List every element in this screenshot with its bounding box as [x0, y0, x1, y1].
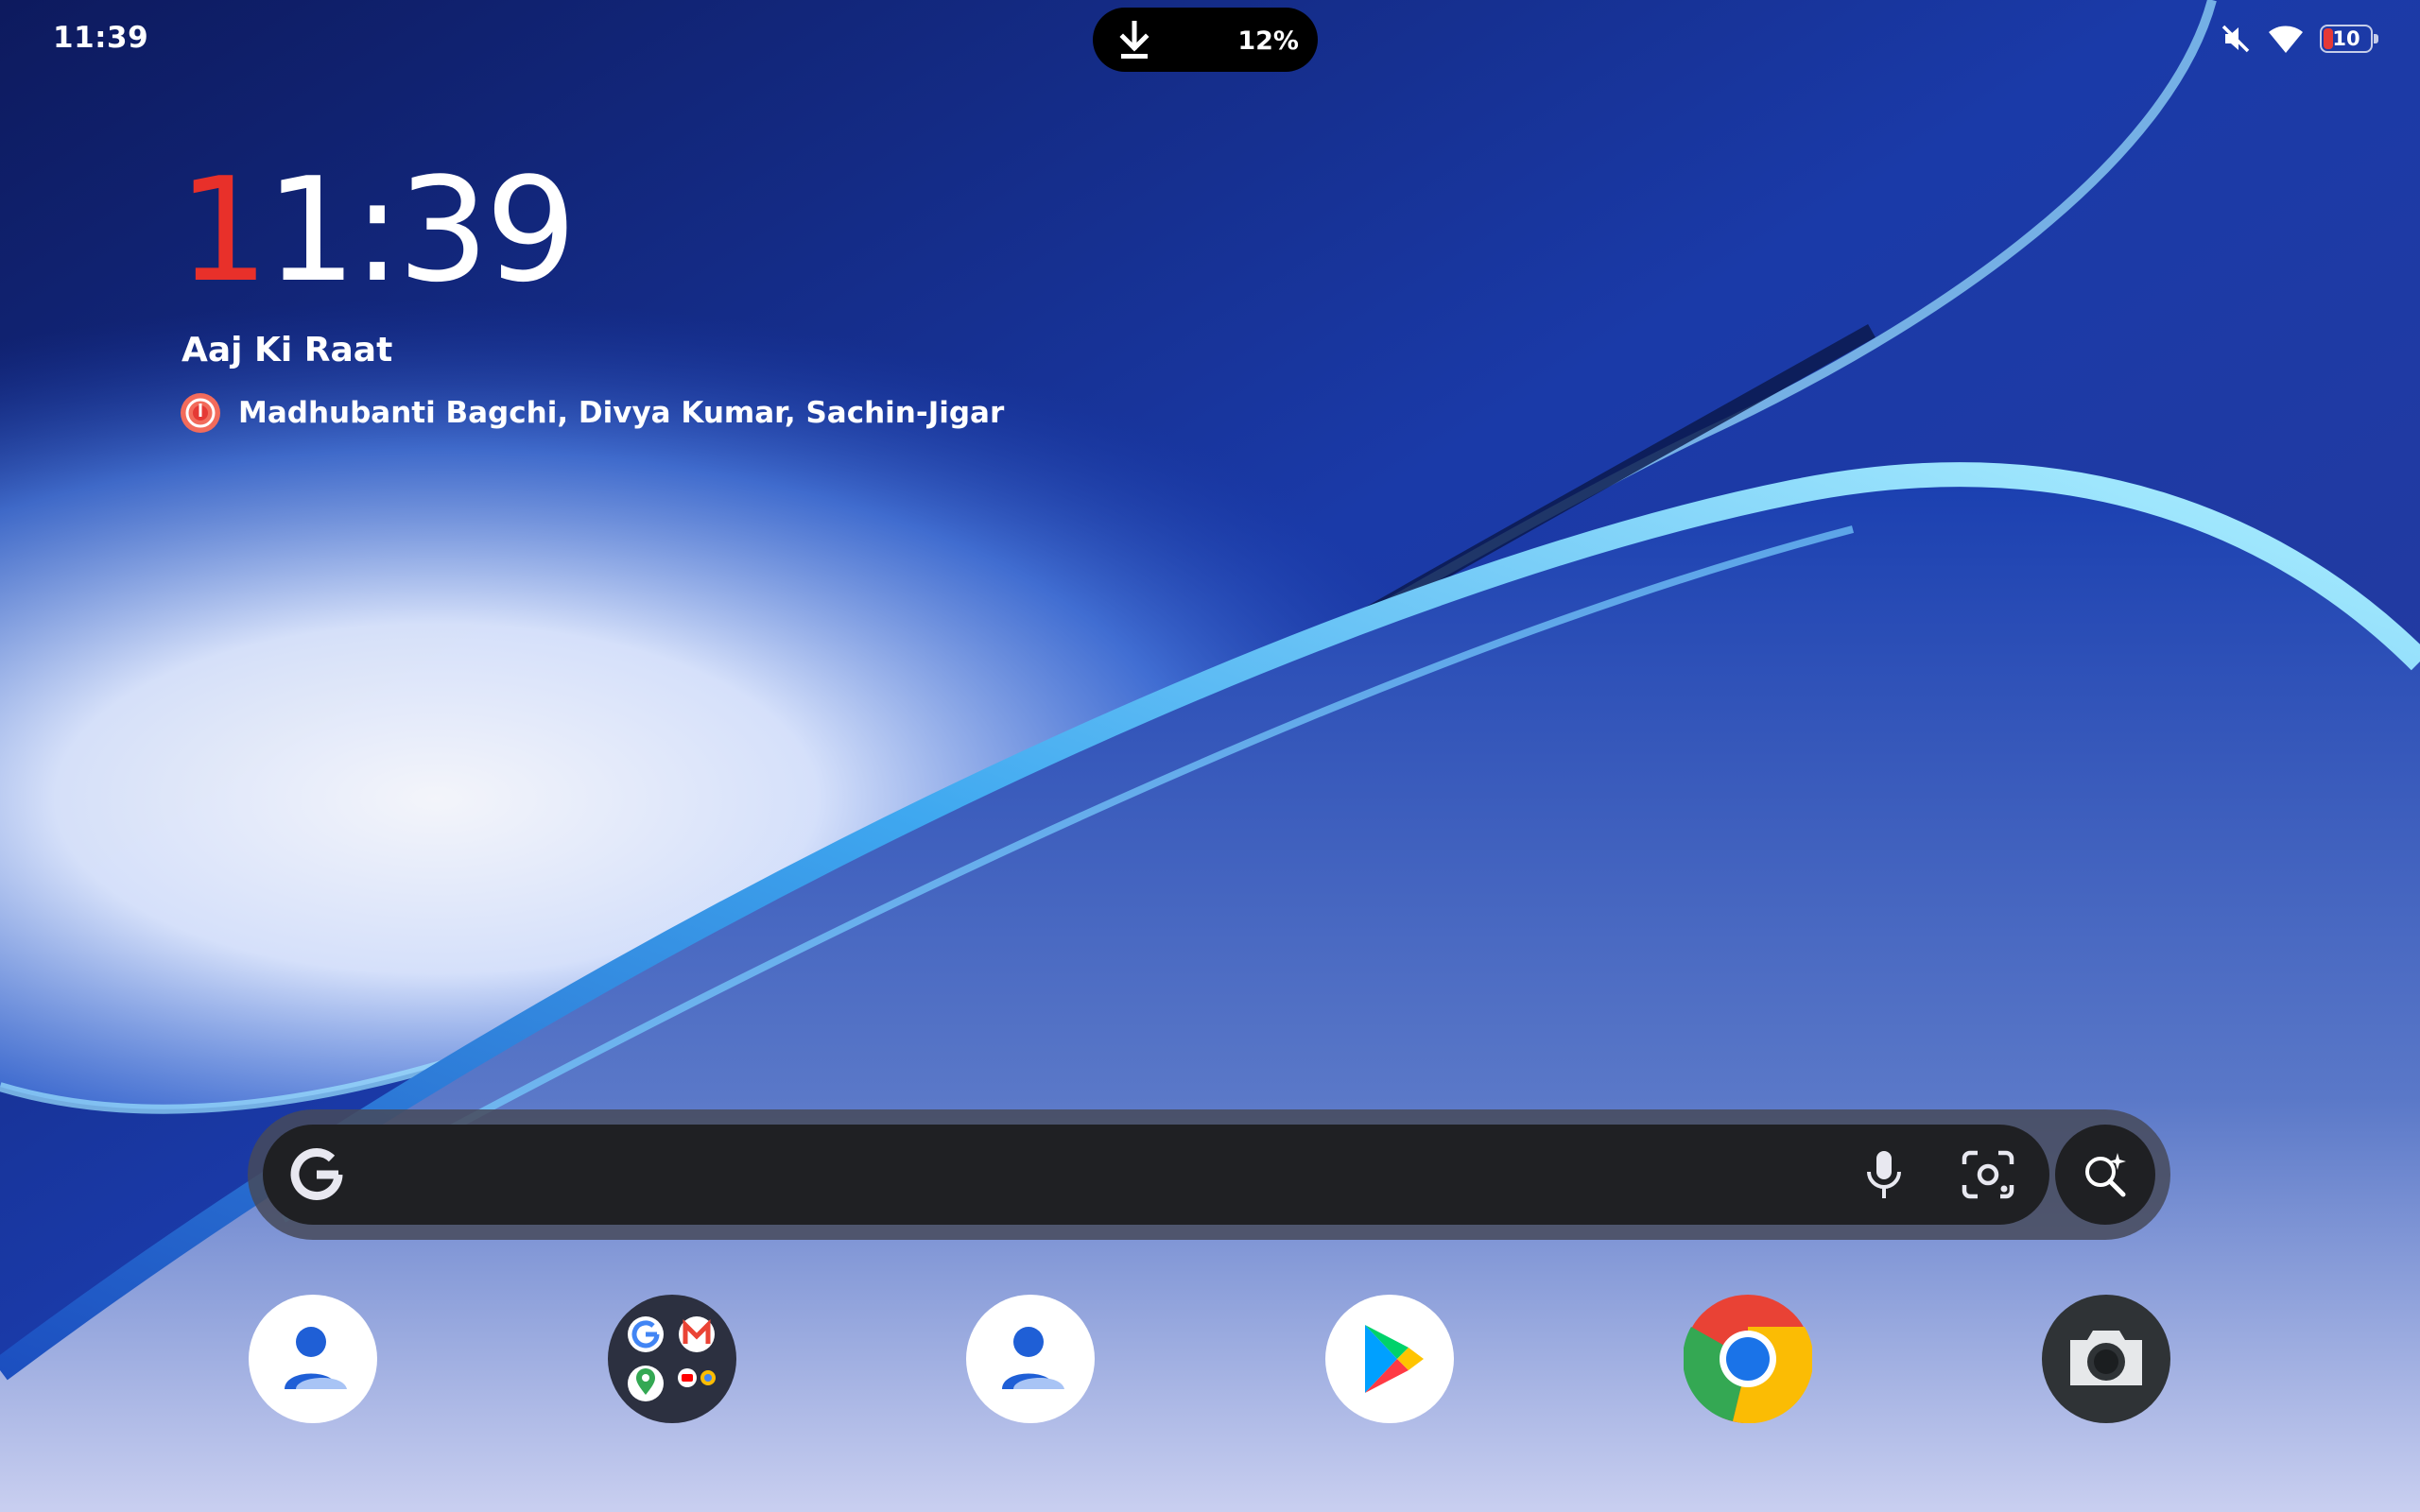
- search-bar[interactable]: [263, 1125, 2049, 1225]
- gmail-icon: [679, 1316, 715, 1352]
- clock-rest: 1:39: [265, 146, 577, 314]
- ai-mode-search-button[interactable]: [2055, 1125, 2155, 1225]
- battery-icon: 10: [2320, 25, 2378, 53]
- chrome-icon[interactable]: [1684, 1295, 1812, 1423]
- google-search-widget: [248, 1109, 2170, 1240]
- google-g-icon: [290, 1148, 343, 1201]
- chrome-icon: [700, 1370, 716, 1385]
- status-bar-time: 11:39: [53, 21, 149, 55]
- maps-icon: [628, 1366, 664, 1401]
- clock-widget[interactable]: 11:39: [178, 159, 577, 302]
- now-playing-artists-row[interactable]: Madhubanti Bagchi, Divya Kumar, Sachin-J…: [180, 391, 1004, 435]
- now-playing-title[interactable]: Aaj Ki Raat: [182, 331, 392, 369]
- wifi-icon: [2269, 26, 2303, 53]
- google-lens-icon[interactable]: [1959, 1147, 2017, 1202]
- battery-level: 10: [2332, 27, 2360, 50]
- download-progress-pill[interactable]: 12%: [1093, 8, 1318, 72]
- status-icons: 10: [2220, 21, 2378, 57]
- google-icon: [628, 1316, 664, 1352]
- contacts-app-icon[interactable]: [966, 1295, 1095, 1423]
- ai-mode-search-icon: [2085, 1153, 2126, 1197]
- youtube-icon: [678, 1368, 697, 1387]
- mute-icon: [2221, 25, 2250, 53]
- music-app-icon: [181, 393, 220, 433]
- clock-first-digit: 1: [178, 146, 269, 314]
- download-icon: [1119, 21, 1150, 59]
- microphone-icon[interactable]: [1857, 1147, 1911, 1202]
- download-percent: 12%: [1237, 26, 1299, 56]
- google-apps-folder-icon[interactable]: [608, 1295, 736, 1423]
- camera-icon[interactable]: [2042, 1295, 2170, 1423]
- contacts-app-icon[interactable]: [249, 1295, 377, 1423]
- now-playing-artists: Madhubanti Bagchi, Divya Kumar, Sachin-J…: [238, 396, 1005, 430]
- play-store-icon[interactable]: [1325, 1295, 1454, 1423]
